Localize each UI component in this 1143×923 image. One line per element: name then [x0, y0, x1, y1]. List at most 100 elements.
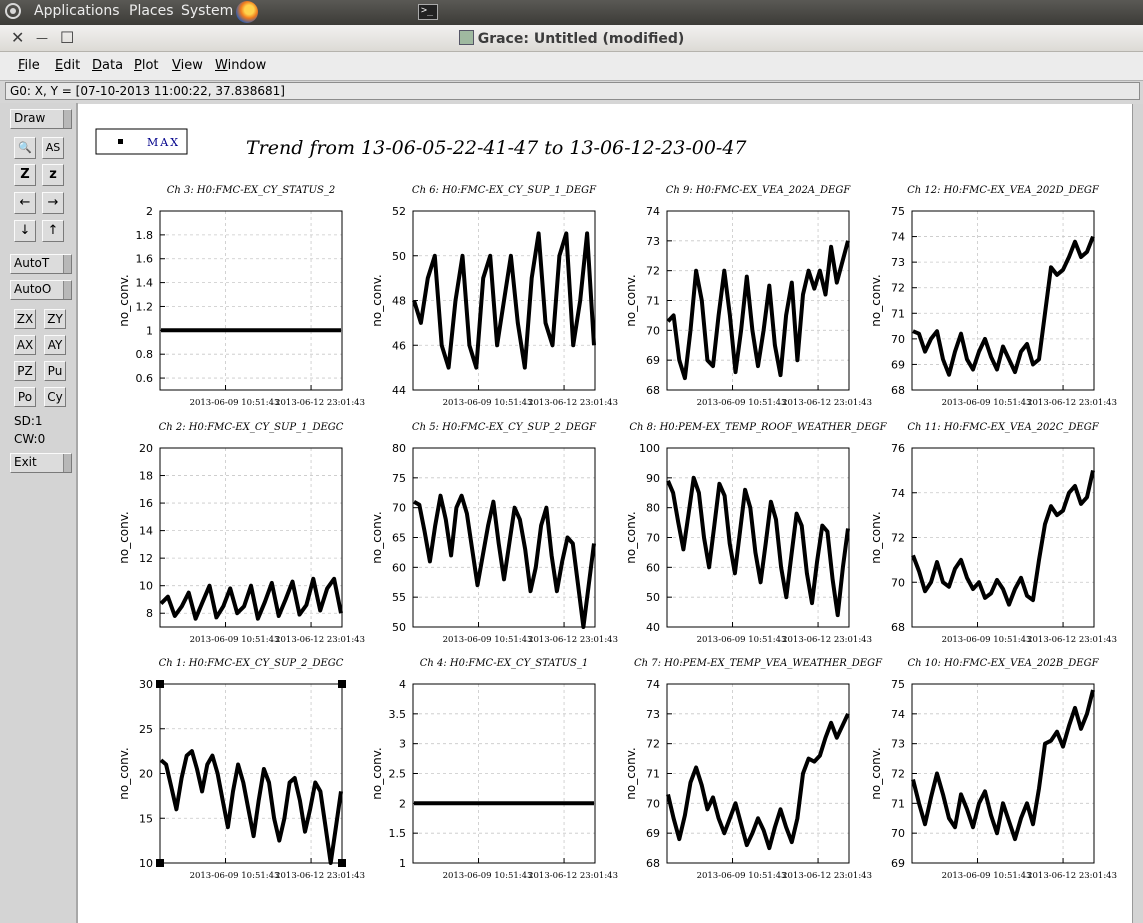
menu-plot[interactable]: Plot — [134, 58, 159, 73]
menu-window[interactable]: Window — [215, 58, 266, 73]
scroll-right-button[interactable]: → — [42, 192, 64, 214]
y-tick-label: 25 — [139, 723, 153, 736]
y-tick-label: 2 — [146, 205, 153, 218]
y-tick-label: 75 — [891, 678, 905, 691]
x-tick-label: 2013-06-09 10:51:43 — [190, 871, 280, 881]
x-tick-label: 2013-06-12 23:01:43 — [528, 398, 618, 408]
zy-button[interactable]: ZY — [44, 309, 66, 329]
panel-title: Ch 1: H0:FMC-EX_CY_SUP_2_DEGC — [159, 658, 344, 669]
menu-file[interactable]: File — [18, 58, 40, 73]
firefox-icon[interactable] — [236, 1, 258, 23]
y-axis-label: no_conv. — [370, 511, 384, 563]
x-tick-label: 2013-06-12 23:01:43 — [275, 635, 365, 645]
x-tick-label: 2013-06-09 10:51:43 — [942, 635, 1032, 645]
x-tick-label: 2013-06-12 23:01:43 — [528, 635, 618, 645]
ax-button[interactable]: AX — [14, 335, 36, 355]
y-tick-label: 68 — [891, 621, 905, 634]
scroll-down-button[interactable]: ↓ — [14, 220, 36, 242]
y-tick-label: 80 — [392, 442, 406, 455]
selection-handle[interactable] — [338, 680, 346, 688]
y-tick-label: 40 — [646, 621, 660, 634]
y-tick-label: 2.5 — [389, 768, 407, 781]
selection-handle[interactable] — [338, 859, 346, 867]
x-tick-label: 2013-06-12 23:01:43 — [275, 398, 365, 408]
y-tick-label: 75 — [392, 472, 406, 485]
y-tick-label: 69 — [646, 827, 660, 840]
x-tick-label: 2013-06-12 23:01:43 — [528, 871, 618, 881]
y-tick-label: 73 — [891, 738, 905, 751]
zoom-out-button[interactable]: z — [42, 164, 64, 186]
y-tick-label: 1 — [146, 324, 153, 337]
y-tick-label: 74 — [891, 708, 905, 721]
ubuntu-logo-icon[interactable] — [5, 3, 21, 19]
window-titlebar: ✕ — ☐ Grace: Untitled (modified) — [0, 25, 1143, 52]
x-tick-label: 2013-06-09 10:51:43 — [697, 871, 787, 881]
panel-title: Ch 2: H0:FMC-EX_CY_SUP_1_DEGC — [159, 422, 344, 433]
zx-button[interactable]: ZX — [14, 309, 36, 329]
po-button[interactable]: Po — [14, 387, 36, 407]
legend-box[interactable]: MAX — [95, 128, 188, 155]
y-tick-label: 70 — [646, 532, 660, 545]
y-tick-label: 70 — [891, 827, 905, 840]
autoscale-text-button[interactable]: AS — [42, 137, 64, 159]
selection-handle[interactable] — [156, 859, 164, 867]
ay-button[interactable]: AY — [44, 335, 66, 355]
y-tick-label: 68 — [646, 857, 660, 870]
y-tick-label: 72 — [646, 265, 660, 278]
y-tick-label: 71 — [891, 797, 905, 810]
pu-button[interactable]: Pu — [44, 361, 66, 381]
autoo-button[interactable]: AutoO — [10, 280, 72, 300]
y-tick-label: 44 — [392, 384, 406, 397]
y-tick-label: 48 — [392, 295, 406, 308]
y-tick-label: 71 — [891, 307, 905, 320]
y-axis-label: no_conv. — [117, 747, 131, 799]
menu-edit[interactable]: Edit — [55, 58, 80, 73]
zoom-in-button[interactable]: Z — [14, 164, 36, 186]
canvas-vertical-scrollbar[interactable] — [1132, 104, 1143, 923]
panel-title: Ch 6: H0:FMC-EX_CY_SUP_1_DEGF — [412, 185, 597, 196]
window-title: Grace: Untitled (modified) — [0, 30, 1143, 47]
y-tick-label: 1.2 — [136, 300, 154, 313]
y-tick-label: 72 — [891, 768, 905, 781]
y-tick-label: 80 — [646, 502, 660, 515]
y-tick-label: 14 — [139, 525, 153, 538]
applications-menu[interactable]: Applications — [34, 3, 120, 19]
y-tick-label: 0.6 — [136, 372, 154, 385]
autot-button[interactable]: AutoT — [10, 254, 72, 274]
scroll-left-button[interactable]: ← — [14, 192, 36, 214]
y-tick-label: 69 — [646, 354, 660, 367]
menu-data[interactable]: Data — [92, 58, 123, 73]
panel-title: Ch 11: H0:FMC-EX_VEA_202C_DEGF — [907, 422, 1099, 433]
y-axis-label: no_conv. — [624, 747, 638, 799]
terminal-icon[interactable]: >_ — [418, 4, 438, 20]
pz-button[interactable]: PZ — [14, 361, 36, 381]
places-menu[interactable]: Places — [129, 3, 174, 19]
x-tick-label: 2013-06-12 23:01:43 — [782, 398, 872, 408]
cy-button[interactable]: Cy — [44, 387, 66, 407]
y-tick-label: 0.8 — [136, 348, 154, 361]
y-tick-label: 71 — [646, 295, 660, 308]
y-tick-label: 73 — [646, 235, 660, 248]
y-axis-label: no_conv. — [370, 274, 384, 326]
y-axis-label: no_conv. — [624, 274, 638, 326]
y-tick-label: 75 — [891, 205, 905, 218]
y-tick-label: 69 — [891, 358, 905, 371]
y-tick-label: 72 — [891, 282, 905, 295]
y-tick-label: 1 — [399, 857, 406, 870]
legend-label: MAX — [147, 136, 180, 149]
y-tick-label: 4 — [399, 678, 406, 691]
zoom-button[interactable]: 🔍 — [14, 137, 36, 159]
y-tick-label: 70 — [392, 502, 406, 515]
y-tick-label: 71 — [646, 768, 660, 781]
scroll-up-button[interactable]: ↑ — [42, 220, 64, 242]
y-tick-label: 76 — [891, 442, 905, 455]
y-axis-label: no_conv. — [624, 511, 638, 563]
menu-view[interactable]: View — [172, 58, 203, 73]
exit-button[interactable]: Exit — [10, 453, 72, 473]
draw-button[interactable]: Draw — [10, 109, 72, 129]
y-tick-label: 2 — [399, 797, 406, 810]
system-menu[interactable]: System — [181, 3, 233, 19]
panel-title: Ch 9: H0:FMC-EX_VEA_202A_DEGF — [666, 185, 852, 196]
x-tick-label: 2013-06-09 10:51:43 — [697, 398, 787, 408]
selection-handle[interactable] — [156, 680, 164, 688]
